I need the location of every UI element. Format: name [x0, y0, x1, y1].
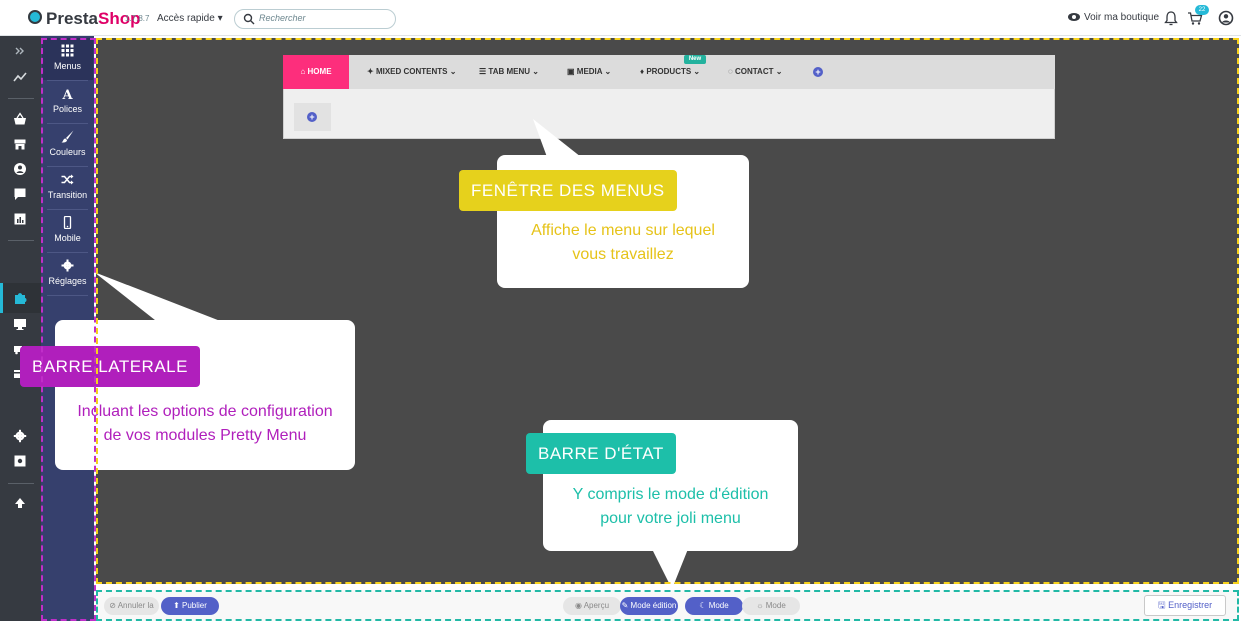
collapse-menu-icon[interactable] — [13, 44, 27, 58]
prestashop-logo-icon[interactable] — [28, 10, 42, 24]
admin-main-nav — [0, 36, 41, 621]
bell-icon[interactable] — [1164, 10, 1178, 26]
view-shop-link[interactable]: Voir ma boutique — [1067, 12, 1159, 23]
dashboard-icon[interactable] — [13, 70, 27, 84]
brand-name-part: Presta — [46, 9, 98, 28]
stats-chart-icon[interactable] — [13, 212, 27, 226]
annotation-frame-sidebar — [41, 38, 96, 621]
catalog-store-icon[interactable] — [13, 137, 27, 151]
design-monitor-icon[interactable] — [13, 317, 27, 331]
nav-divider — [8, 240, 34, 241]
search-input[interactable]: Rechercher — [234, 9, 396, 29]
user-icon[interactable] — [1218, 10, 1234, 26]
nav-divider — [8, 98, 34, 99]
settings-gear-icon[interactable] — [13, 429, 27, 443]
upgrade-arrow-icon[interactable] — [13, 496, 27, 510]
orders-basket-icon[interactable] — [13, 112, 27, 126]
search-icon — [243, 13, 255, 25]
customers-icon[interactable] — [13, 162, 27, 176]
quick-access-dropdown[interactable]: Accès rapide ▾ — [157, 13, 223, 24]
modules-puzzle-icon[interactable] — [13, 291, 27, 305]
admin-header: PrestaShop 1.7.8.7 Accès rapide ▾ Recher… — [0, 0, 1241, 36]
advanced-settings-icon[interactable] — [13, 454, 27, 468]
view-shop-label: Voir ma boutique — [1084, 12, 1160, 23]
nav-divider — [8, 483, 34, 484]
messages-icon[interactable] — [13, 187, 27, 201]
annotation-frame-menus-window — [96, 38, 1239, 584]
cart-count-badge: 22 — [1195, 5, 1209, 15]
annotation-frame-statusbar — [96, 590, 1239, 621]
version-label: 1.7.8.7 — [125, 14, 150, 23]
search-placeholder: Rechercher — [259, 13, 306, 23]
